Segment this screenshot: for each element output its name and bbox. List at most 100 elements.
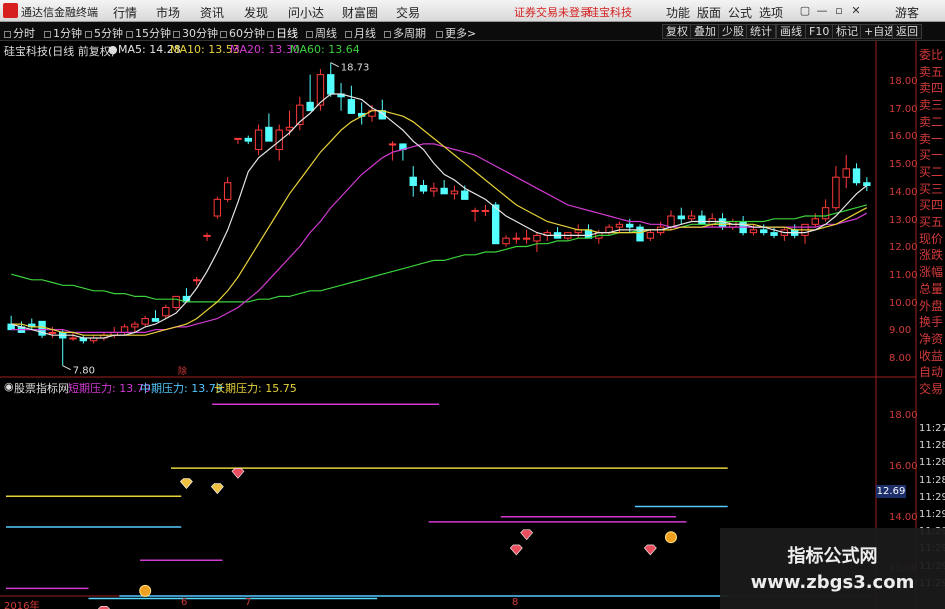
candle-up <box>667 215 675 228</box>
indicator-tick-label: 16.00 <box>889 461 918 473</box>
quote-field-label: 委比 <box>919 48 944 62</box>
quote-field-label: 涨幅 <box>919 265 944 280</box>
ma5-line <box>11 93 868 339</box>
quote-field-label: 买二 <box>919 164 944 179</box>
quote-field-label: 买五 <box>919 215 944 229</box>
trade-time: 11:28 <box>919 440 945 452</box>
candle-up <box>254 129 263 150</box>
candle-down <box>636 226 644 242</box>
candle-up <box>522 237 531 240</box>
price-tick-label: 17.00 <box>889 103 918 115</box>
candle-up <box>223 182 232 200</box>
ex-rights-marker: 除 <box>178 365 187 377</box>
candle-down <box>677 215 685 220</box>
watermark-url: www.zbgs3.com <box>750 572 915 593</box>
quote-field-label: 买四 <box>919 198 944 213</box>
candle-up <box>749 229 758 234</box>
candle-down <box>584 229 593 239</box>
date-label: 6 <box>181 597 188 608</box>
short-pressure-label: 短期压力: 13.79 <box>68 382 151 395</box>
price-tick-label: 9.00 <box>889 325 912 337</box>
candle-down <box>760 229 768 234</box>
low-annotation: 7.80 <box>73 366 95 377</box>
candle-up <box>213 198 222 217</box>
trade-time: 11:29 <box>919 491 945 503</box>
trade-time: 11:27 <box>919 423 945 434</box>
candle-up <box>203 234 211 237</box>
watermark: 指标公式网 www.zbgs3.com <box>720 528 945 609</box>
red-diamond-icon <box>231 467 245 479</box>
candle-up <box>821 207 830 220</box>
candle-up <box>481 209 490 212</box>
price-tick-label: 15.00 <box>889 159 918 171</box>
quote-field-label: 涨跌 <box>919 248 944 263</box>
ma60-line <box>11 204 867 303</box>
candle-up <box>450 190 459 195</box>
quote-field-label: 卖二 <box>919 114 944 129</box>
quote-field-label: 外盘 <box>919 298 944 313</box>
price-tick-label: 11.00 <box>889 269 918 281</box>
red-diamond-icon <box>643 544 657 556</box>
quote-field-label: 卖三 <box>919 98 944 113</box>
candle-up <box>533 234 541 242</box>
candle-up <box>172 295 180 308</box>
candle-up <box>811 218 819 225</box>
candle-up <box>646 232 655 239</box>
high-annotation: 18.73 <box>341 63 370 74</box>
quote-field-label: 买三 <box>919 181 944 196</box>
price-tick-label: 13.00 <box>889 214 918 226</box>
price-tick-label: 10.00 <box>889 297 918 309</box>
trade-time: 11:28 <box>919 474 945 486</box>
candle-down <box>347 99 356 114</box>
mid-pressure-label: 中期压力: 13.79 <box>140 382 223 395</box>
kline-chart[interactable]: 18.73 7.80 除 <box>0 0 945 609</box>
price-tick-label: 12.00 <box>889 242 918 254</box>
candle-up <box>69 337 77 340</box>
quote-field-label: 买一 <box>919 148 944 163</box>
gold-coin-icon <box>139 584 152 597</box>
high-annotation-line <box>330 62 339 68</box>
candle-up <box>234 137 242 140</box>
trade-time: 11:28 <box>919 457 945 469</box>
quote-field-label: 交易 <box>919 382 944 396</box>
date-label: 7 <box>245 597 252 608</box>
gold-diamond-icon <box>180 478 193 489</box>
candle-up <box>615 223 624 228</box>
candle-up <box>512 237 521 240</box>
quote-field-label: 现价 <box>919 231 944 246</box>
candle-down <box>492 204 500 245</box>
candle-down <box>718 218 727 228</box>
candle-down <box>863 182 871 187</box>
candle-up <box>502 237 510 245</box>
indicator-name: 股票指标网 <box>14 382 69 395</box>
quote-field-label: 收益 <box>919 348 944 363</box>
watermark-title: 指标公式网 <box>787 546 878 567</box>
date-label: 8 <box>512 597 519 608</box>
quote-field-label: 卖五 <box>919 64 944 79</box>
indicator-tick-label: 14.00 <box>889 512 918 524</box>
candle-up <box>430 187 438 192</box>
gold-coin-icon <box>664 531 677 544</box>
candle-up <box>832 176 840 209</box>
candle-down <box>461 190 469 200</box>
candle-up <box>162 306 170 317</box>
candle-up <box>48 331 57 334</box>
candle-up <box>131 323 139 328</box>
indicator-dot-icon: ◉ <box>4 380 14 393</box>
candle-up <box>687 215 696 220</box>
trade-time: 11:29 <box>919 509 945 520</box>
candle-down <box>151 318 160 322</box>
price-tick-label: 16.00 <box>889 131 918 143</box>
price-tick-label: 18.00 <box>889 75 918 87</box>
candle-down <box>852 168 861 184</box>
quote-field-label: 自动 <box>919 365 944 380</box>
candle-down <box>698 215 706 225</box>
candle-down <box>419 185 428 192</box>
candle-down <box>327 74 335 95</box>
candle-up <box>120 326 129 333</box>
candle-up <box>141 318 149 325</box>
candle-down <box>440 187 448 195</box>
quote-field-label: 总量 <box>919 281 944 296</box>
candle-down <box>244 137 252 142</box>
price-tick-label: 14.00 <box>889 186 918 198</box>
